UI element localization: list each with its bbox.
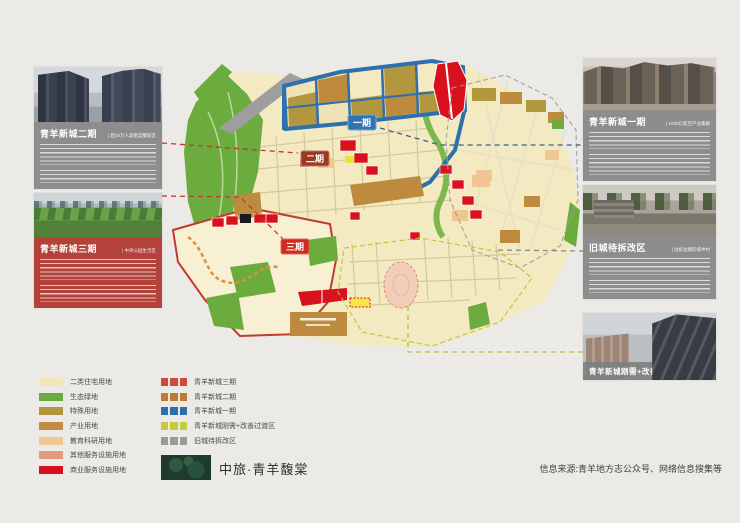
- phase3-panel: 青羊新城三期 | 中央公园生活区: [34, 237, 162, 308]
- transition-title: 青羊新城刚需+改善过渡区: [589, 366, 682, 377]
- legend-item: 青羊新城一期: [161, 404, 275, 419]
- legend-label: 青羊新城三期: [194, 377, 236, 387]
- facility-text-mark-1: [300, 318, 336, 321]
- phase1-photo: [583, 58, 716, 110]
- card-phase1: 青羊新城一期 | 1000亿航空产业集群: [583, 58, 716, 181]
- legend-item: 教育科研用地: [39, 433, 126, 448]
- legend-item: 特殊用地: [39, 404, 126, 419]
- legend-dash-swatch: [161, 437, 187, 445]
- source-note: 信息来源:青羊地方志公众号、网络信息搜集等: [0, 462, 722, 475]
- oldtown-panel: 旧城待拆改区 | 边拆边建的城中村: [583, 236, 716, 299]
- phase3-photo: [34, 193, 162, 237]
- oldtown-title: 旧城待拆改区: [589, 241, 646, 254]
- yellow-parcel: [345, 156, 354, 163]
- oldtown-body-lines-2: [589, 280, 710, 293]
- legend-label: 教育科研用地: [70, 436, 112, 446]
- phase2-photo: [34, 67, 162, 122]
- legend-label: 其他服务设施用地: [70, 450, 126, 460]
- legend-swatch: [39, 451, 63, 459]
- legend-label: 青羊新城一期: [194, 406, 236, 416]
- legend-label: 特殊用地: [70, 406, 98, 416]
- legend-swatch: [39, 393, 63, 401]
- phase2-body-lines-1: [40, 144, 156, 165]
- card-transition: 青羊新城刚需+改善过渡区: [583, 313, 716, 380]
- card-phase2: 青羊新城二期 | 超20万人高密度聚居区: [34, 67, 162, 189]
- legend-item: 青羊新城三期: [161, 375, 275, 390]
- legend-label: 生态绿地: [70, 392, 98, 402]
- facility-text-mark-2: [306, 324, 330, 326]
- phase1-panel: 青羊新城一期 | 1000亿航空产业集群: [583, 110, 716, 181]
- phase3-body-lines-2: [40, 285, 156, 302]
- phase3-body-lines-1: [40, 259, 156, 280]
- legend-item: 青羊新城二期: [161, 390, 275, 405]
- phase2-subtitle: | 超20万人高密度聚居区: [108, 133, 156, 139]
- legend-item: 产业用地: [39, 419, 126, 434]
- phase2-panel: 青羊新城二期 | 超20万人高密度聚居区: [34, 122, 162, 189]
- legend-dash-swatch: [161, 378, 187, 386]
- phase1-body-lines-2: [589, 154, 710, 175]
- legend-swatch: [39, 437, 63, 445]
- legend-dash-swatch: [161, 393, 187, 401]
- phase1-subtitle: | 1000亿航空产业集群: [666, 121, 710, 127]
- pink-circle-area: [384, 262, 418, 308]
- legend-label: 产业用地: [70, 421, 98, 431]
- oldtown-subtitle: | 边拆边建的城中村: [672, 247, 710, 253]
- legend-label: 二类住宅用地: [70, 377, 112, 387]
- label-phase3: 三期: [286, 241, 304, 252]
- legend-item: 二类住宅用地: [39, 375, 126, 390]
- transition-photo: 青羊新城刚需+改善过渡区: [583, 313, 716, 380]
- transition-caption-bar: 青羊新城刚需+改善过渡区: [583, 362, 716, 380]
- phase2-body-lines-2: [40, 170, 156, 183]
- phase3-subtitle: | 中央公园生活区: [122, 248, 156, 254]
- legend-swatch: [39, 407, 63, 415]
- legend-label: 旧城待拆改区: [194, 436, 236, 446]
- legend-item: 旧城待拆改区: [161, 433, 275, 448]
- oldtown-photo: [583, 185, 716, 236]
- poster-page: 一期 二期 三期 青羊新城二期 | 超20万人高密度聚居区 青羊新城三期 | 中…: [0, 0, 740, 523]
- phase1-title: 青羊新城一期: [589, 115, 646, 128]
- legend-item: 生态绿地: [39, 390, 126, 405]
- legend-label: 青羊新城刚需+改善过渡区: [194, 421, 275, 431]
- legend-item: 其他服务设施用地: [39, 448, 126, 463]
- label-phase1: 一期: [353, 117, 371, 128]
- phase2-title: 青羊新城二期: [40, 127, 97, 140]
- oldtown-body-lines-1: [589, 258, 710, 275]
- legend-dash-swatch: [161, 422, 187, 430]
- phase3-title: 青羊新城三期: [40, 242, 97, 255]
- card-phase3: 青羊新城三期 | 中央公园生活区: [34, 193, 162, 308]
- legend-swatch: [39, 378, 63, 386]
- label-phase2: 二期: [306, 153, 324, 164]
- legend-label: 青羊新城二期: [194, 392, 236, 402]
- black-parcel: [240, 214, 251, 223]
- card-oldtown: 旧城待拆改区 | 边拆边建的城中村: [583, 185, 716, 299]
- school-badge: [350, 298, 370, 307]
- legend-swatch: [39, 422, 63, 430]
- phase1-body-lines-1: [589, 132, 710, 149]
- legend-item: 青羊新城刚需+改善过渡区: [161, 419, 275, 434]
- legend-dash-swatch: [161, 407, 187, 415]
- legend-zones: 青羊新城三期 青羊新城二期 青羊新城一期 青羊新城刚需+改善过渡区 旧城待拆改区: [161, 375, 275, 448]
